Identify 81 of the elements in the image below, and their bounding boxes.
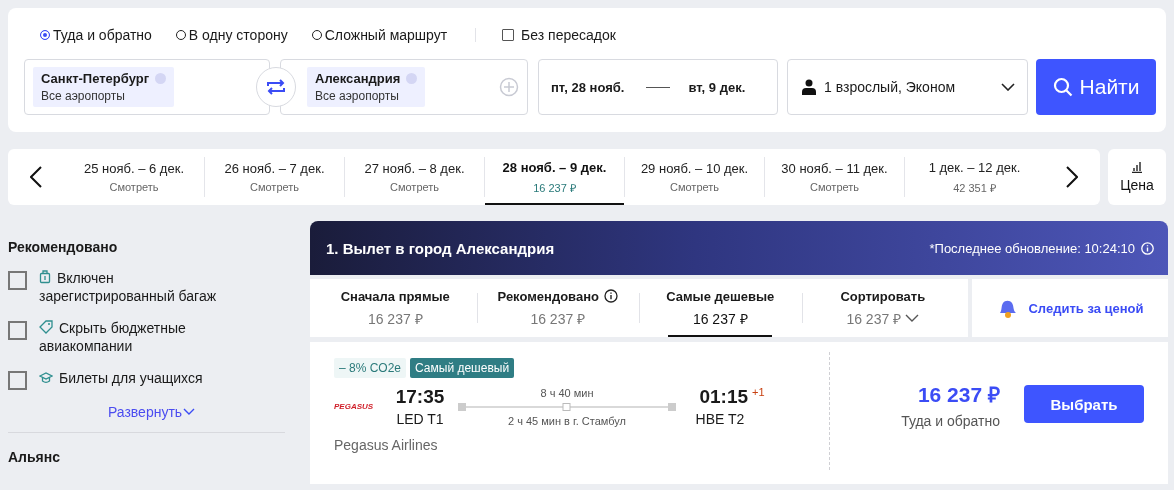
date-range: 1 дек. – 12 дек. [928,159,1021,175]
date-range-tab[interactable]: 26 нояб. – 7 дек. Смотреть [204,157,344,197]
date-range: 27 нояб. – 8 дек. [364,161,465,176]
price-alert-button[interactable]: Следить за ценой [972,279,1168,337]
chevron-left-icon [30,166,42,188]
depart-date: пт, 28 нояб. [551,79,625,95]
filter-checkbox[interactable]: Включен зарегистрированный багаж [8,269,285,305]
airports-label: Все аэропорты [315,89,400,103]
price-note: Туда и обратно [901,412,1000,429]
sort-tab[interactable]: Рекомендовано 16 237 ₽ [476,279,639,337]
price-chart-button[interactable]: Цена [1108,149,1166,205]
city-name: Санкт-Петербург [41,71,150,86]
date-price: Смотреть [249,181,300,193]
day-offset: +1 [752,386,765,398]
sort-tab[interactable]: Сортировать 16 237 ₽ [801,279,964,337]
graduation-cap-icon [39,372,53,384]
info-icon[interactable] [603,289,618,303]
departure-time: 17:35 [395,386,445,408]
date-range-tab[interactable]: 30 нояб. – 11 дек. Смотреть [764,157,904,197]
add-icon[interactable] [499,77,519,97]
swap-button[interactable] [256,67,296,107]
date-range: 26 нояб. – 7 дек. [224,161,325,176]
trip-type-radio[interactable]: Сложный маршрут [311,27,448,43]
date-price: Смотреть [389,181,440,193]
last-update: *Последнее обновление: 10:24:10 [929,240,1135,256]
trip-type-radio[interactable]: Туда и обратно [40,27,152,43]
chevron-right-icon [1066,166,1078,188]
swap-icon [266,79,286,95]
flight-badge: – 8% CO2e [334,358,407,378]
airline-name: Pegasus Airlines [334,437,439,453]
person-icon [802,79,816,95]
filter-checkbox[interactable]: Билеты для учащихся [8,369,285,390]
filter-heading: Рекомендовано [8,239,119,255]
date-range-tab[interactable]: 1 дек. – 12 дек. 42 351 ₽ [904,157,1044,197]
flight-badge: Самый дешевый [410,358,515,378]
chevron-down-icon [183,408,196,416]
suitcase-icon [39,270,51,284]
date-range: 30 нояб. – 11 дек. [781,161,888,176]
city-name: Александрия [315,71,401,86]
dates-field[interactable]: пт, 28 нояб. вт, 9 дек. [538,59,778,115]
sort-tab[interactable]: Сначала прямые 16 237 ₽ [314,279,477,337]
date-range-tab[interactable]: 29 нояб. – 10 дек. Смотреть [624,157,764,197]
airline-logo: PEGASUS [334,402,375,411]
nonstop-checkbox[interactable]: Без пересадок [502,27,616,43]
date-range: 28 нояб. – 9 дек. [502,159,607,175]
date-price: Смотреть [669,181,720,193]
date-price: Смотреть [809,181,860,193]
return-date: вт, 9 дек. [688,79,746,95]
bar-chart-icon [1131,161,1143,173]
destination-field[interactable]: Александрия Все аэропорты [280,59,528,115]
date-price: 16 237 ₽ [533,180,576,195]
arrival-airport: HBE T2 [695,411,745,427]
airports-label: Все аэропорты [41,89,126,103]
chevron-down-icon [905,314,920,322]
date-price: 42 351 ₽ [953,180,996,195]
date-range-tab[interactable]: 27 нояб. – 8 дек. Смотреть [344,157,484,197]
chevron-down-icon [1001,83,1015,91]
passengers-label: 1 взрослый, Эконом [824,79,957,95]
passengers-dropdown[interactable]: 1 взрослый, Эконом [787,59,1028,115]
clear-icon[interactable] [406,73,418,84]
tag-icon [39,320,53,334]
flight-duration: 8 ч 40 мин [540,386,594,399]
layover-info: 2 ч 45 мин в г. Стамбул [508,414,626,427]
expand-link[interactable]: Развернуть [107,404,196,420]
ticket-price: 16 237 ₽ [917,381,1000,408]
filter-heading: Альянс [8,449,62,465]
trip-type-radio[interactable]: В одну сторону [175,27,288,43]
date-range: 29 нояб. – 10 дек. [640,161,749,176]
date-price: Смотреть [109,181,159,193]
search-button[interactable]: Найти [1036,59,1156,115]
date-range: 25 нояб. – 6 дек. [84,161,184,176]
sort-tab[interactable]: Самые дешевые 16 237 ₽ [639,279,802,337]
search-icon [1052,77,1073,97]
filter-checkbox[interactable]: Скрыть бюджетные авиакомпании [8,319,285,355]
origin-field[interactable]: Санкт-Петербург Все аэропорты [24,59,270,115]
departure-airport: LED T1 [396,411,444,427]
clear-icon[interactable] [155,73,167,84]
arrival-time: 01:15 [699,386,749,408]
select-button[interactable]: Выбрать [1024,385,1144,423]
date-range-tab[interactable]: 25 нояб. – 6 дек. Смотреть [64,157,204,197]
results-title: 1. Вылет в город Александрия [326,239,556,257]
